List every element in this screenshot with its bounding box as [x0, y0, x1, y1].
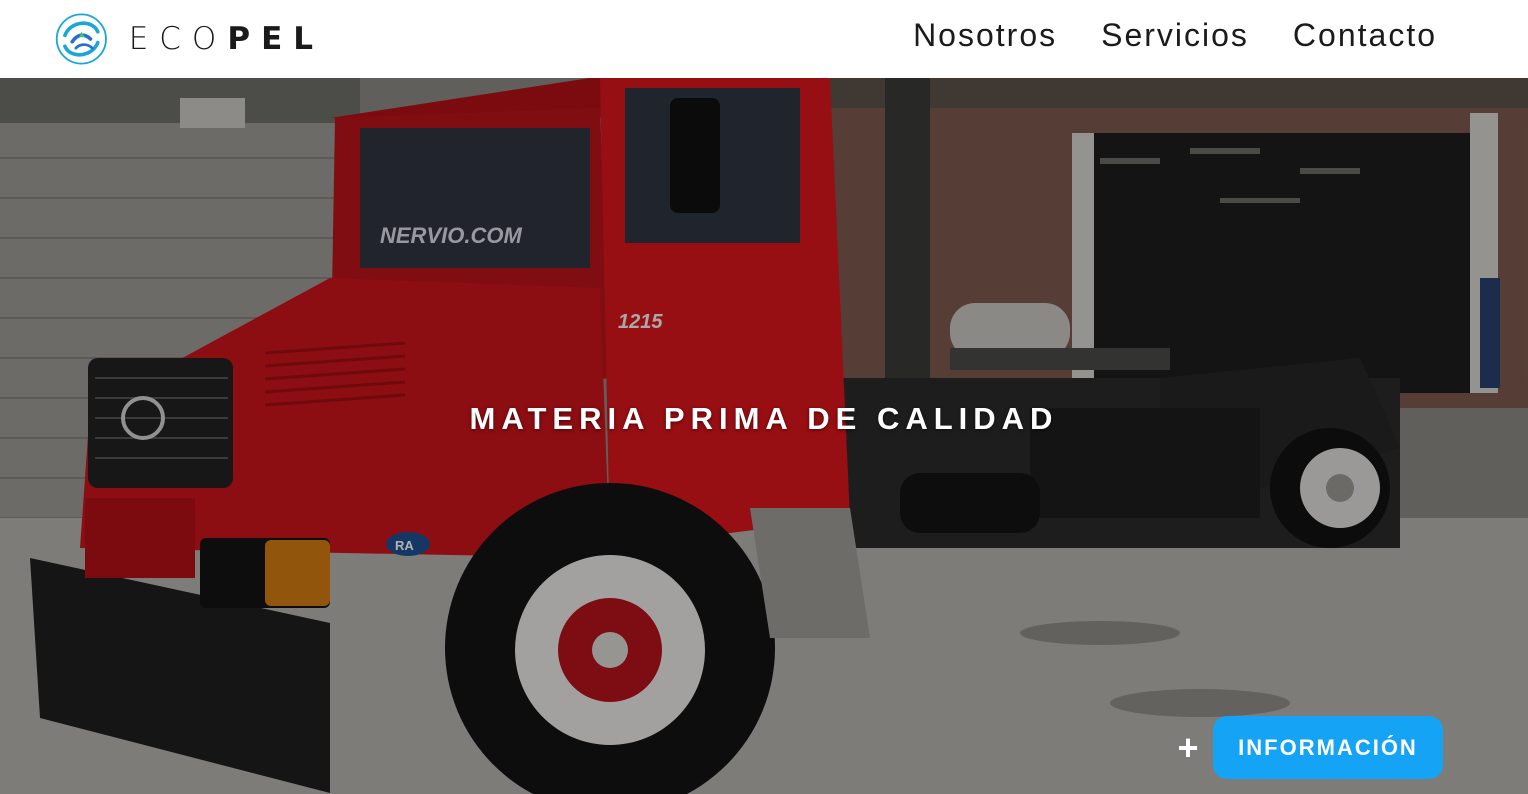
plus-icon[interactable]: +: [1176, 729, 1200, 766]
ecopel-globe-icon: [55, 13, 107, 65]
nav-contacto[interactable]: Contacto: [1293, 17, 1437, 54]
main-nav: Nosotros Servicios Contacto: [913, 17, 1437, 54]
hero-headline: MATERIA PRIMA DE CALIDAD: [469, 401, 1059, 436]
brand-name-bold: PEL: [227, 21, 324, 57]
brand-logo[interactable]: ECOPEL: [54, 9, 324, 69]
brand-name: ECOPEL: [129, 21, 324, 57]
nav-nosotros[interactable]: Nosotros: [913, 17, 1057, 54]
informacion-button[interactable]: INFORMACIÓN: [1213, 716, 1443, 779]
nav-servicios[interactable]: Servicios: [1101, 17, 1249, 54]
site-header: ECOPEL Nosotros Servicios Contacto: [0, 0, 1528, 78]
hero-section: NERVIO.COM 1215 RA MATERIA PRIMA DE CALI…: [0, 78, 1528, 794]
brand-name-light: ECO: [128, 21, 228, 57]
info-cta: + INFORMACIÓN: [1176, 716, 1443, 779]
